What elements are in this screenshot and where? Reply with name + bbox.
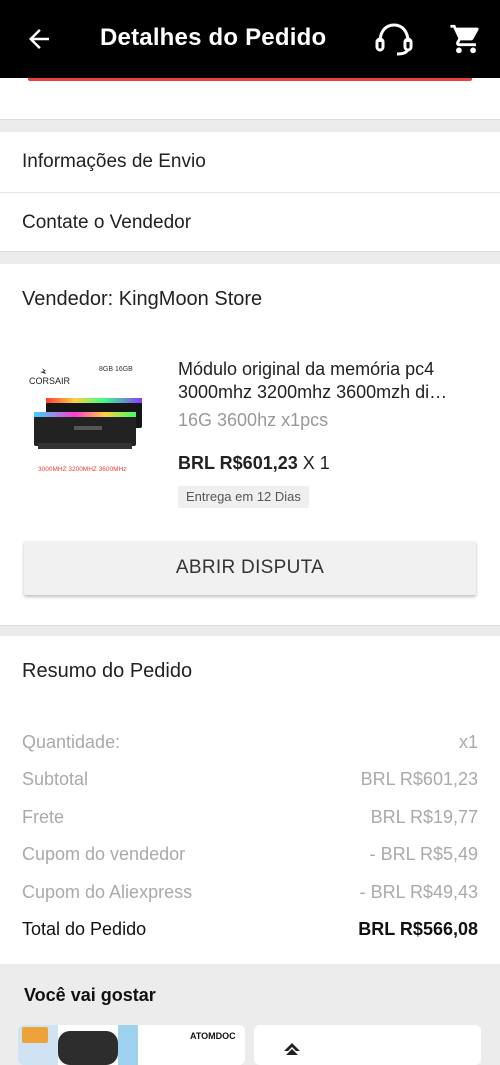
order-links: Informações de Envio Contate o Vendedor	[0, 132, 500, 252]
app-header: Detalhes do Pedido	[0, 0, 500, 78]
summary-row-shipping: Frete BRL R$19,77	[22, 807, 478, 828]
summary-row-subtotal: Subtotal BRL R$601,23	[22, 769, 478, 790]
summary-row-aliexpress-coupon: Cupom do Aliexpress - BRL R$49,43	[22, 882, 478, 903]
contact-seller-link[interactable]: Contate o Vendedor	[0, 192, 500, 252]
product-qty: X 1	[302, 453, 330, 473]
seller-name[interactable]: Vendedor: KingMoon Store	[22, 288, 262, 311]
summary-row-quantity: Quantidade: x1	[22, 732, 478, 753]
summary-label: Frete	[22, 807, 65, 827]
recommendation-image	[284, 1043, 300, 1055]
product-price-line: BRL R$601,23 X 1	[178, 453, 330, 474]
thumb-sizes: 8GB 16GB	[99, 366, 133, 373]
total-label: Total do Pedido	[22, 919, 147, 939]
headset-icon[interactable]	[374, 22, 414, 56]
summary-value: - BRL R$5,49	[369, 844, 478, 864]
ram-image: CORSAIR 8GB 16GB 3000MHZ 3200MHZ 3600MHz	[29, 366, 142, 473]
recommendation-card[interactable]	[254, 1025, 481, 1065]
seller-card: Vendedor: KingMoon Store CORSAIR 8GB 16G…	[0, 264, 500, 626]
summary-label: Cupom do Aliexpress	[22, 882, 193, 902]
summary-title: Resumo do Pedido	[22, 660, 193, 682]
progress-card	[0, 78, 500, 120]
order-summary: Resumo do Pedido Quantidade: x1 Subtotal…	[0, 636, 500, 964]
recommendations-title: Você vai gostar	[24, 985, 156, 1005]
summary-row-seller-coupon: Cupom do vendedor - BRL R$5,49	[22, 844, 478, 865]
page-title: Detalhes do Pedido	[100, 24, 327, 51]
summary-label: Subtotal	[22, 769, 89, 789]
summary-label: Cupom do vendedor	[22, 844, 186, 864]
summary-value: - BRL R$49,43	[359, 882, 478, 902]
product-title[interactable]: Módulo original da memória pc4 3000mhz 3…	[178, 358, 478, 404]
cart-icon[interactable]	[448, 22, 484, 56]
recommendations: Você vai gostar ATOMDOC	[0, 964, 500, 1065]
recommendation-image: ATOMDOC	[18, 1025, 236, 1065]
summary-row-total: Total do Pedido BRL R$566,08	[22, 919, 478, 940]
card-brand: ATOMDOC	[190, 1031, 236, 1041]
back-arrow-icon[interactable]	[24, 24, 54, 54]
total-value: BRL R$566,08	[358, 919, 478, 939]
recommendation-card[interactable]: ATOMDOC	[18, 1025, 245, 1065]
thumb-speeds: 3000MHZ 3200MHZ 3600MHz	[38, 466, 127, 473]
open-dispute-button[interactable]: ABRIR DISPUTA	[24, 541, 476, 595]
thumb-brand: CORSAIR	[29, 376, 71, 386]
shipping-info-link[interactable]: Informações de Envio	[0, 132, 500, 192]
summary-value: BRL R$601,23	[360, 769, 478, 789]
summary-label: Quantidade:	[22, 732, 121, 752]
product-variant: 16G 3600hz x1pcs	[178, 410, 329, 430]
progress-strip	[28, 78, 472, 81]
product-thumbnail[interactable]: CORSAIR 8GB 16GB 3000MHZ 3200MHZ 3600MHz	[24, 358, 156, 490]
delivery-badge: Entrega em 12 Dias	[178, 486, 309, 508]
summary-value: x1	[458, 732, 478, 752]
summary-value: BRL R$19,77	[370, 807, 478, 827]
product-price: BRL R$601,23	[178, 453, 298, 473]
